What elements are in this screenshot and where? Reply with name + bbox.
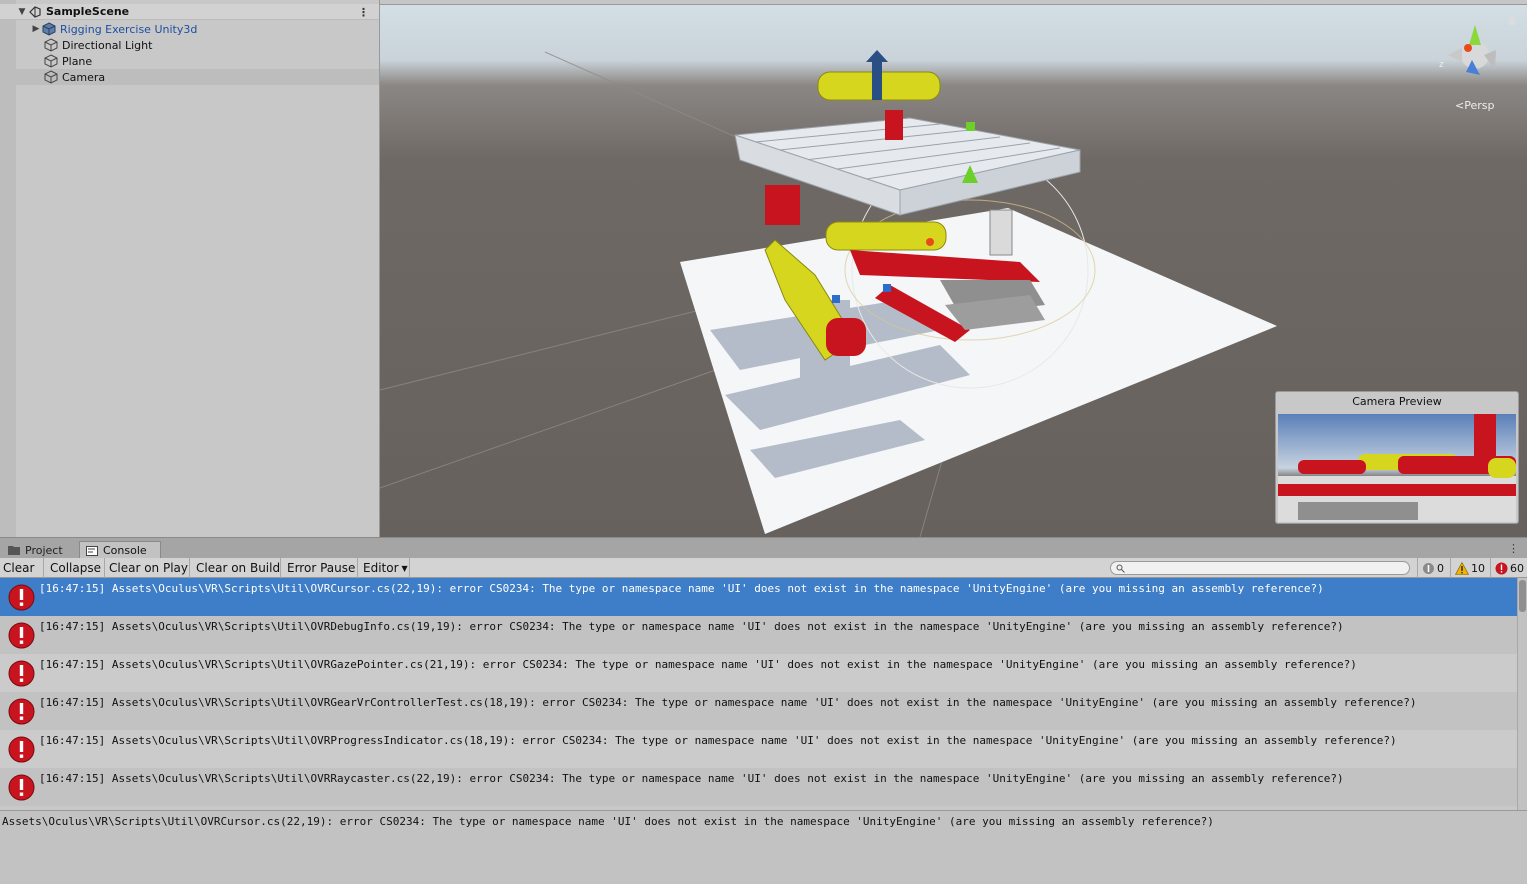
error-count-toggle[interactable]: 60 (1490, 558, 1527, 578)
error-icon (8, 774, 35, 801)
editor-dropdown-label: Editor (363, 561, 399, 575)
editor-dropdown[interactable]: Editor ▼ (360, 558, 410, 578)
orange-handle[interactable] (926, 238, 934, 246)
green-handle[interactable] (966, 122, 975, 131)
chevron-down-icon: ▼ (401, 563, 408, 573)
log-message: [16:47:15] Assets\Oculus\VR\Scripts\Util… (39, 658, 1357, 671)
error-count: 60 (1510, 561, 1524, 575)
log-entry[interactable]: [16:47:15] Assets\Oculus\VR\Scripts\Util… (0, 692, 1517, 730)
hierarchy-item-label: Plane (62, 54, 93, 68)
tab-menu-icon[interactable]: ⋮ (1508, 542, 1519, 555)
red-cap[interactable] (826, 318, 866, 356)
collapse-toggle[interactable]: Collapse (47, 558, 105, 578)
red-block[interactable] (765, 185, 800, 225)
scene-name: SampleScene (46, 5, 130, 18)
scene-view[interactable]: z <Persp Camera Preview (380, 0, 1527, 537)
projection-label: Persp (1464, 99, 1495, 112)
log-entry[interactable]: [16:47:15] Assets\Oculus\VR\Scripts\Util… (0, 654, 1517, 692)
console-toolbar: Clear Collapse Clear on Play Clear on Bu… (0, 558, 1527, 578)
scene-root-row[interactable]: ▼ SampleScene ⋮ (0, 4, 379, 20)
gizmo-y-axis-icon (1469, 25, 1481, 45)
warning-icon (1455, 561, 1469, 575)
lock-icon[interactable] (1508, 16, 1516, 25)
error-icon (8, 736, 35, 763)
warning-count: 10 (1471, 561, 1485, 575)
info-count-toggle[interactable]: 0 (1417, 558, 1447, 578)
log-detail-pane: Assets\Oculus\VR\Scripts\Util\OVRCursor.… (0, 810, 1527, 884)
expand-triangle-icon[interactable]: ▼ (16, 7, 28, 17)
log-scrollbar-thumb[interactable] (1519, 580, 1526, 612)
hierarchy-item-label: Directional Light (62, 38, 153, 52)
error-icon (8, 622, 35, 649)
gizmo-z-label: z (1439, 60, 1444, 70)
tab-console[interactable]: Console (79, 541, 161, 559)
blue-handle-2[interactable] (883, 284, 891, 292)
log-entry[interactable]: [16:47:15] Assets\Oculus\VR\Scripts\Util… (0, 768, 1517, 806)
scene-menu-icon[interactable]: ⋮ (358, 6, 369, 19)
log-message: [16:47:15] Assets\Oculus\VR\Scripts\Util… (39, 696, 1417, 709)
gameobject-cube-icon (44, 54, 58, 68)
log-entry[interactable]: [16:47:15] Assets\Oculus\VR\Scripts\Util… (0, 730, 1517, 768)
hierarchy-item-plane[interactable]: Plane (0, 53, 379, 69)
camera-preview-panel: Camera Preview (1275, 391, 1519, 524)
log-scrollbar[interactable] (1517, 578, 1527, 810)
info-icon (1423, 562, 1434, 574)
error-icon (8, 584, 35, 611)
hierarchy-item-label: Rigging Exercise Unity3d (60, 22, 198, 36)
tab-label: Console (103, 544, 147, 557)
gameobject-cube-icon (44, 70, 58, 84)
log-message: [16:47:15] Assets\Oculus\VR\Scripts\Util… (39, 772, 1344, 785)
bottom-tab-bar: Project Console ⋮ (0, 537, 1527, 559)
error-icon (8, 660, 35, 687)
console-log-list[interactable]: [16:47:15] Assets\Oculus\VR\Scripts\Util… (0, 578, 1517, 810)
log-message: [16:47:15] Assets\Oculus\VR\Scripts\Util… (39, 734, 1397, 747)
log-entry[interactable]: [16:47:15] Assets\Oculus\VR\Scripts\Util… (0, 578, 1517, 616)
camera-preview-title: Camera Preview (1352, 395, 1442, 408)
blue-handle[interactable] (832, 295, 840, 303)
error-pause-toggle[interactable]: Error Pause (284, 558, 358, 578)
error-icon (8, 698, 35, 725)
persp-chevron-icon: < (1455, 99, 1465, 112)
hierarchy-panel: ▼ SampleScene ⋮ ▶ Rigging Exercise Unity… (0, 0, 380, 537)
hierarchy-item-camera[interactable]: Camera (0, 69, 379, 85)
clear-button[interactable]: Clear (0, 558, 44, 578)
unity-scene-icon (29, 5, 41, 18)
log-detail-text: Assets\Oculus\VR\Scripts\Util\OVRCursor.… (2, 815, 1214, 828)
panel-box[interactable] (989, 209, 1013, 256)
warning-count-toggle[interactable]: 10 (1450, 558, 1490, 578)
camera-preview-image (1278, 414, 1516, 522)
yellow-pipe-mid[interactable] (825, 221, 947, 251)
search-icon (1116, 564, 1125, 573)
folder-icon (8, 546, 20, 555)
gizmo-x-axis-icon (1448, 48, 1462, 62)
log-message: [16:47:15] Assets\Oculus\VR\Scripts\Util… (39, 582, 1324, 595)
collapsed-triangle-icon[interactable]: ▶ (30, 24, 42, 34)
info-count: 0 (1437, 561, 1444, 575)
projection-toggle[interactable]: <Persp (1455, 99, 1494, 112)
hierarchy-item-rigging-exercise[interactable]: ▶ Rigging Exercise Unity3d (0, 21, 379, 37)
console-icon (86, 545, 98, 556)
clear-on-play-toggle[interactable]: Clear on Play (106, 558, 190, 578)
red-post[interactable] (885, 110, 903, 140)
hierarchy-item-label: Camera (62, 70, 106, 84)
console-search-input[interactable] (1110, 561, 1410, 575)
log-entry[interactable]: [16:47:15] Assets\Oculus\VR\Scripts\Util… (0, 616, 1517, 654)
hierarchy-item-directional-light[interactable]: Directional Light (0, 37, 379, 53)
clear-on-build-toggle[interactable]: Clear on Build (193, 558, 281, 578)
log-message: [16:47:15] Assets\Oculus\VR\Scripts\Util… (39, 620, 1344, 633)
prefab-cube-icon (42, 22, 56, 36)
orientation-gizmo[interactable]: z (1439, 25, 1496, 75)
gameobject-cube-icon (44, 38, 58, 52)
error-icon (1495, 562, 1508, 574)
tab-project[interactable]: Project (2, 541, 69, 559)
tab-label: Project (25, 543, 63, 557)
